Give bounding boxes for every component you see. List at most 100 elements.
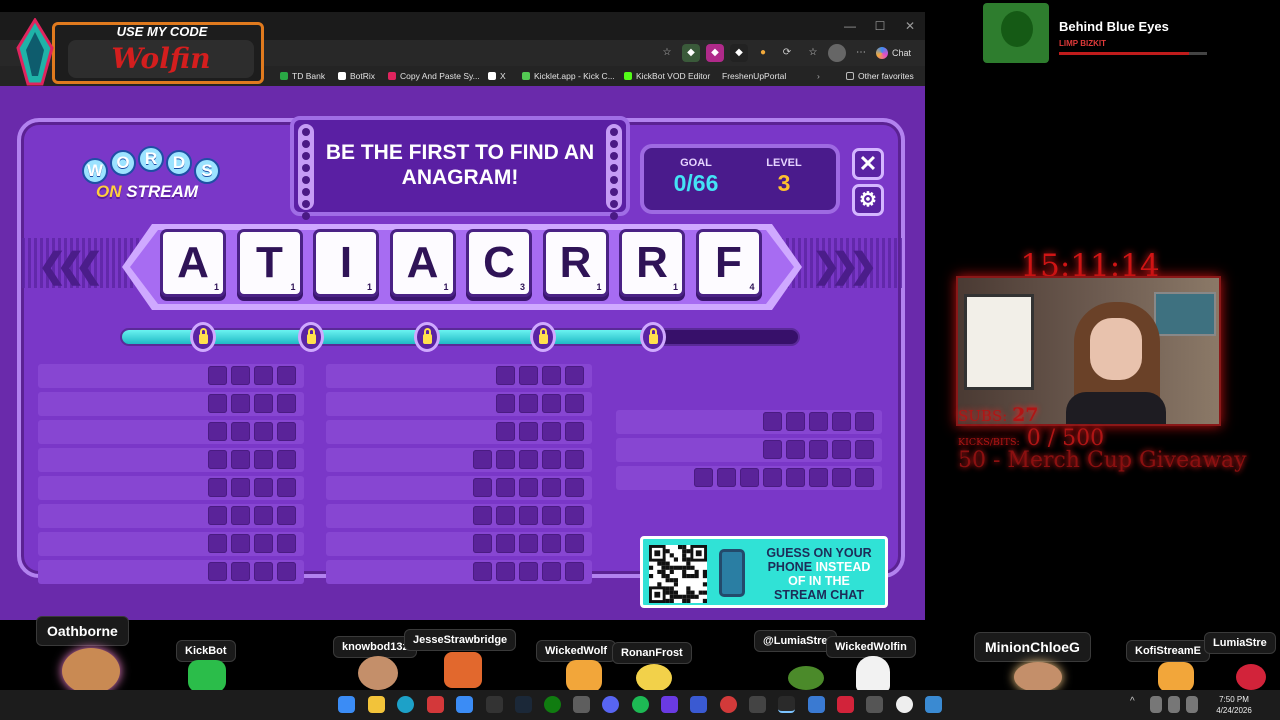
answer-slot-row — [38, 392, 304, 416]
maximize-button[interactable]: ☐ — [865, 16, 895, 36]
phone-guess-panel[interactable]: GUESS ON YOUR PHONE INSTEAD OF IN THE ST… — [640, 536, 888, 608]
goal-level-box: GOAL 0/66 LEVEL 3 — [640, 144, 840, 214]
profile-icon[interactable] — [828, 44, 846, 62]
letter-cell — [208, 450, 227, 469]
steam-icon[interactable] — [515, 696, 532, 713]
app-icon[interactable] — [720, 696, 737, 713]
app-icon[interactable] — [925, 696, 942, 713]
letter-cell — [231, 562, 250, 581]
dino-avatar-icon — [188, 660, 226, 692]
settings-button[interactable]: ⚙ — [852, 184, 884, 216]
answer-slot-row — [326, 420, 592, 444]
favorites-icon[interactable]: ☆ — [804, 44, 822, 62]
app-icon[interactable] — [837, 696, 854, 713]
app-icon[interactable] — [661, 696, 678, 713]
letter-tile[interactable]: T1 — [236, 229, 303, 297]
level-value: 3 — [777, 170, 791, 196]
more-icon[interactable]: ⋯ — [852, 44, 870, 62]
letter-tile[interactable]: R1 — [619, 229, 685, 297]
letter-tile[interactable]: F4 — [695, 229, 762, 297]
letter-tile[interactable]: A1 — [160, 229, 226, 297]
tile-score: 1 — [672, 282, 678, 292]
close-game-button[interactable]: ✕ — [852, 148, 884, 180]
file-explorer-icon[interactable] — [368, 696, 385, 713]
letter-cell — [565, 450, 584, 469]
xbox-icon[interactable] — [544, 696, 561, 713]
app-icon[interactable] — [690, 696, 707, 713]
network-icon[interactable] — [1168, 696, 1180, 713]
letter-cell — [277, 506, 296, 525]
vivaldi-icon[interactable] — [427, 696, 444, 713]
bookmark-kicklet[interactable]: Kicklet.app - Kick C... — [522, 69, 615, 83]
obs-icon[interactable] — [778, 696, 795, 713]
bookmark-freshenup[interactable]: FreshenUpPortal — [722, 69, 786, 83]
song-title: Behind Blue Eyes — [1059, 19, 1169, 34]
letter-cell — [694, 468, 713, 487]
answer-slot-row — [38, 532, 304, 556]
letter-cell — [565, 394, 584, 413]
close-window-button[interactable]: ✕ — [895, 16, 925, 36]
app-icon[interactable] — [896, 696, 913, 713]
letter-cell — [565, 422, 584, 441]
letter-tile[interactable]: R1 — [542, 229, 609, 297]
answer-slot-row — [326, 504, 592, 528]
app-icon[interactable] — [456, 696, 473, 713]
letter-cell — [473, 506, 492, 525]
letter-cell — [809, 440, 828, 459]
other-favorites[interactable]: Other favorites — [846, 69, 914, 83]
minimize-button[interactable]: — — [835, 16, 865, 36]
sloth-avatar-icon — [358, 656, 398, 690]
tray-icon[interactable] — [1150, 696, 1162, 713]
bookmark-x[interactable]: X — [488, 69, 506, 83]
letter-tile[interactable]: C3 — [466, 229, 532, 297]
chevron-right-icon[interactable]: › — [817, 69, 820, 83]
chatter-name: LumiaStre — [1204, 632, 1276, 654]
chatter-name: WickedWolfin — [826, 636, 916, 658]
letter-cell — [208, 422, 227, 441]
tray-chevron-icon[interactable]: ^ — [1130, 696, 1142, 713]
app-icon[interactable] — [573, 696, 590, 713]
epic-games-icon[interactable] — [486, 696, 503, 713]
tile-letter: C — [483, 238, 515, 287]
chat-button[interactable]: Chat — [876, 43, 911, 63]
letter-cell — [277, 366, 296, 385]
chatter-name: MinionChloeG — [974, 632, 1091, 662]
letter-cell — [763, 468, 782, 487]
bookmark-td-bank[interactable]: TD Bank — [280, 69, 325, 83]
extension-icon[interactable]: ◆ — [682, 44, 700, 62]
extension-icon[interactable]: ◆ — [730, 44, 748, 62]
edge-icon[interactable] — [397, 696, 414, 713]
letter-cell — [565, 534, 584, 553]
app-icon[interactable] — [749, 696, 766, 713]
clock[interactable]: 7:50 PM 4/24/2026 — [1206, 694, 1262, 716]
bookmark-kickbot[interactable]: KickBot VOD Editor — [624, 69, 710, 83]
app-icon[interactable] — [866, 696, 883, 713]
spotify-icon[interactable] — [632, 696, 649, 713]
letter-cell — [254, 394, 273, 413]
letter-tile[interactable]: A1 — [389, 229, 456, 297]
bookmark-copy-paste[interactable]: Copy And Paste Sy... — [388, 69, 480, 83]
answer-slot-row — [326, 532, 592, 556]
volume-icon[interactable] — [1186, 696, 1198, 713]
letter-tile[interactable]: I1 — [313, 229, 379, 297]
star-icon[interactable]: ☆ — [658, 44, 676, 62]
letter-cell — [832, 412, 851, 431]
close-icon: ✕ — [858, 151, 878, 176]
start-icon[interactable] — [338, 696, 355, 713]
qr-code[interactable] — [649, 545, 707, 603]
letter-cell — [740, 468, 759, 487]
tile-score: 1 — [290, 282, 296, 292]
bookmark-botrix[interactable]: BotRix — [338, 69, 375, 83]
promo-title: USE MY CODE — [116, 24, 208, 39]
discord-icon[interactable] — [602, 696, 619, 713]
tile-score: 1 — [366, 282, 372, 292]
refresh-icon[interactable]: ⟳ — [778, 44, 796, 62]
bear-avatar-icon — [62, 648, 120, 694]
extension-icon[interactable]: ◆ — [706, 44, 724, 62]
song-progress — [1059, 52, 1207, 55]
extension-icon[interactable]: ● — [754, 44, 772, 62]
letter-cell — [254, 534, 273, 553]
answer-slot-row — [616, 466, 882, 490]
app-icon[interactable] — [808, 696, 825, 713]
letter-cell — [855, 468, 874, 487]
